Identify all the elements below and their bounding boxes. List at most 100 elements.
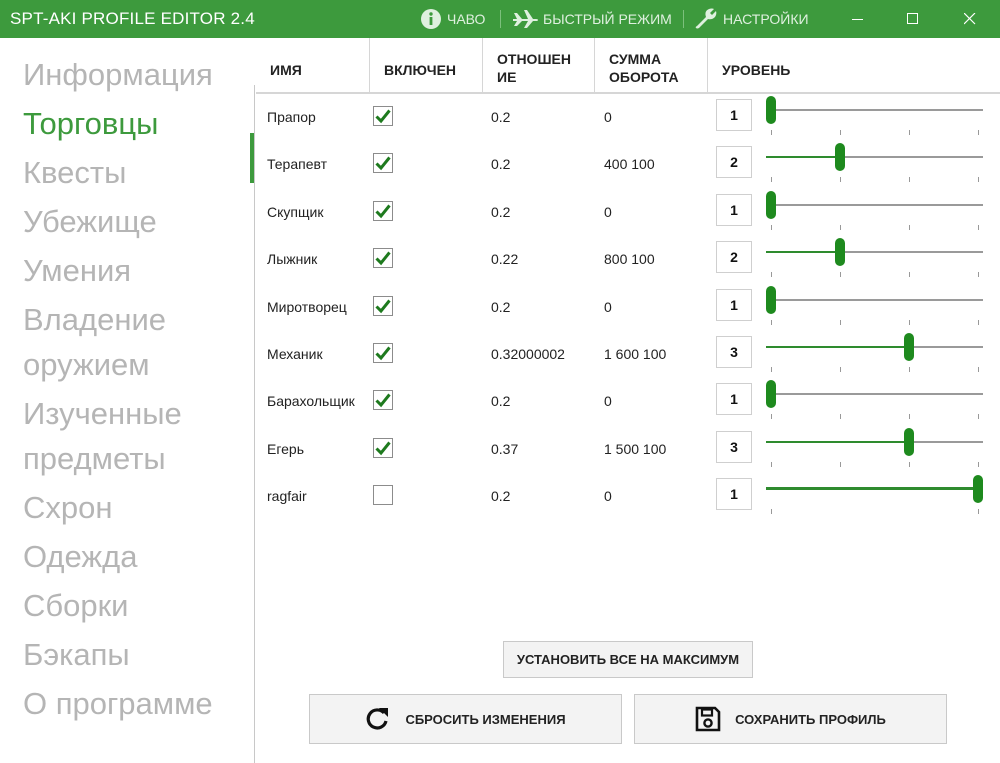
standing-value[interactable]: 0.2 [491,393,510,409]
level-slider[interactable] [766,234,986,277]
fast-mode-button[interactable]: БЫСТРЫЙ РЕЖИМ [512,0,672,38]
slider-track [766,393,983,395]
sales-sum-value[interactable]: 0 [604,204,612,220]
sidebar-item-weapon-mastery[interactable]: Владение оружием [23,297,166,387]
sidebar-item-quests[interactable]: Квесты [23,150,126,195]
close-button[interactable] [948,0,992,38]
level-slider[interactable] [766,376,986,419]
level-input[interactable]: 1 [716,289,752,321]
standing-value[interactable]: 0.2 [491,109,510,125]
enabled-checkbox[interactable] [373,106,393,126]
enabled-checkbox[interactable] [373,296,393,316]
sidebar-item-builds[interactable]: Сборки [23,583,129,628]
title-bar: SPT-AKI PROFILE EDITOR 2.4 ЧАВО БЫСТРЫЙ … [0,0,1000,38]
sidebar-item-info[interactable]: Информация [23,52,213,97]
level-input[interactable]: 1 [716,99,752,131]
level-slider[interactable] [766,424,986,467]
slider-thumb[interactable] [904,428,914,456]
enabled-checkbox[interactable] [373,201,393,221]
slider-tick [909,177,910,182]
sales-sum-value[interactable]: 0 [604,109,612,125]
sales-sum-value[interactable]: 800 100 [604,251,655,267]
level-input[interactable]: 1 [716,383,752,415]
table-row: Барахольщик 0.2 0 1 [256,376,1000,423]
sidebar-item-examined-items[interactable]: Изученные предметы [23,391,182,481]
slider-tick [771,320,772,325]
standing-value[interactable]: 0.32000002 [491,346,565,362]
level-input[interactable]: 1 [716,194,752,226]
slider-thumb[interactable] [766,380,776,408]
standing-value[interactable]: 0.37 [491,441,518,457]
traders-table: ИМЯ ВКЛЮЧЕН ОТНОШЕН ИЕ СУММА ОБОРОТА УРО… [256,38,1000,598]
slider-thumb[interactable] [766,286,776,314]
sales-sum-value[interactable]: 1 600 100 [604,346,666,362]
column-header-standing[interactable]: ОТНОШЕН ИЕ [483,38,595,94]
level-slider[interactable] [766,471,986,514]
reset-changes-button[interactable]: СБРОСИТЬ ИЗМЕНЕНИЯ [309,694,622,744]
enabled-checkbox[interactable] [373,390,393,410]
trader-name: Барахольщик [267,393,355,409]
sidebar-item-backups[interactable]: Бэкапы [23,632,130,677]
sales-sum-value[interactable]: 0 [604,393,612,409]
faq-button[interactable]: ЧАВО [420,0,485,38]
level-slider[interactable] [766,282,986,325]
column-header-name[interactable]: ИМЯ [256,38,370,94]
standing-value[interactable]: 0.2 [491,204,510,220]
slider-thumb[interactable] [835,143,845,171]
standing-value[interactable]: 0.2 [491,488,510,504]
level-slider[interactable] [766,92,986,135]
column-header-sales-sum[interactable]: СУММА ОБОРОТА [595,38,708,94]
slider-tick [909,414,910,419]
settings-button[interactable]: НАСТРОЙКИ [694,0,809,38]
slider-fill [766,487,973,490]
level-input[interactable]: 2 [716,146,752,178]
level-slider[interactable] [766,187,986,230]
slider-thumb[interactable] [973,475,983,503]
slider-tick [771,462,772,467]
table-row: Механик 0.32000002 1 600 100 3 [256,329,1000,376]
sales-sum-value[interactable]: 0 [604,488,612,504]
enabled-checkbox[interactable] [373,343,393,363]
save-profile-button[interactable]: СОХРАНИТЬ ПРОФИЛЬ [634,694,947,744]
refresh-icon [367,708,389,730]
sidebar-item-stash[interactable]: Схрон [23,485,113,530]
checkmark-icon [375,393,391,408]
title-separator [683,10,684,28]
minimize-button[interactable] [836,0,880,38]
maximize-icon [907,13,918,24]
level-input[interactable]: 3 [716,431,752,463]
column-header-level[interactable]: УРОВЕНЬ [708,38,1000,94]
slider-tick [771,414,772,419]
sidebar-item-about[interactable]: О программе [23,681,213,726]
slider-thumb[interactable] [904,333,914,361]
maximize-button[interactable] [891,0,935,38]
sidebar-item-hideout[interactable]: Убежище [23,199,157,244]
slider-thumb[interactable] [766,191,776,219]
sidebar-item-clothing[interactable]: Одежда [23,534,137,579]
level-slider[interactable] [766,139,986,182]
slider-thumb[interactable] [766,96,776,124]
sales-sum-value[interactable]: 1 500 100 [604,441,666,457]
sidebar-item-traders[interactable]: Торговцы [23,101,158,146]
checkmark-icon [375,299,391,314]
slider-thumb[interactable] [835,238,845,266]
checkmark-icon [375,156,391,171]
slider-fill [766,346,904,348]
standing-value[interactable]: 0.2 [491,299,510,315]
standing-value[interactable]: 0.22 [491,251,518,267]
level-slider[interactable] [766,329,986,372]
enabled-checkbox[interactable] [373,485,393,505]
enabled-checkbox[interactable] [373,438,393,458]
sidebar-item-skills[interactable]: Умения [23,248,131,293]
level-input[interactable]: 1 [716,478,752,510]
sales-sum-value[interactable]: 400 100 [604,156,655,172]
enabled-checkbox[interactable] [373,153,393,173]
set-all-max-button[interactable]: УСТАНОВИТЬ ВСЕ НА МАКСИМУМ [503,641,753,678]
level-input[interactable]: 3 [716,336,752,368]
standing-value[interactable]: 0.2 [491,156,510,172]
column-header-enabled[interactable]: ВКЛЮЧЕН [370,38,483,94]
sales-sum-value[interactable]: 0 [604,299,612,315]
enabled-checkbox[interactable] [373,248,393,268]
level-input[interactable]: 2 [716,241,752,273]
slider-tick [909,272,910,277]
